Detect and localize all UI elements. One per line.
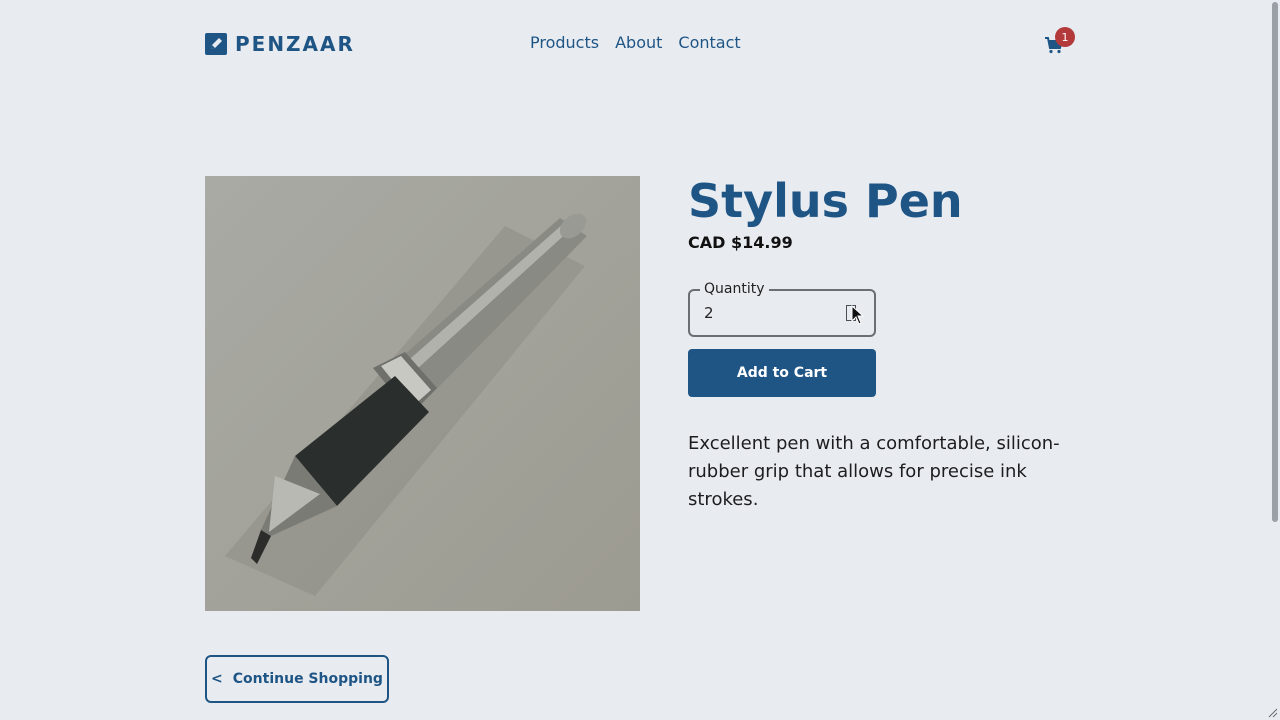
page-scrollbar[interactable] xyxy=(1270,0,1280,720)
pen-logo-icon xyxy=(205,33,227,55)
cart-count-badge: 1 xyxy=(1055,27,1075,47)
product-page: PENZAAR Products About Contact 1 Stylus … xyxy=(0,0,1280,720)
nav-about[interactable]: About xyxy=(615,33,662,52)
add-to-cart-button[interactable]: Add to Cart xyxy=(688,349,876,397)
nav-contact[interactable]: Contact xyxy=(678,33,740,52)
scroll-thumb[interactable] xyxy=(1272,2,1278,522)
chevron-left-icon: < xyxy=(211,671,223,687)
product-description: Excellent pen with a comfortable, silico… xyxy=(688,433,1060,510)
continue-shopping-button[interactable]: < Continue Shopping xyxy=(205,655,389,703)
product-title: Stylus Pen xyxy=(688,174,963,228)
brand-name: PENZAAR xyxy=(235,32,355,56)
product-image xyxy=(205,176,640,611)
product-price: CAD $14.99 xyxy=(688,233,793,252)
quantity-label: Quantity xyxy=(700,281,769,297)
nav-products[interactable]: Products xyxy=(530,33,599,52)
quantity-input[interactable] xyxy=(704,304,824,322)
logo[interactable]: PENZAAR xyxy=(205,32,355,56)
resize-grip-icon[interactable] xyxy=(1266,706,1278,718)
cart-button[interactable]: 1 xyxy=(1044,27,1075,55)
quantity-field[interactable]: Quantity xyxy=(688,281,876,337)
quantity-stepper[interactable] xyxy=(846,305,856,321)
continue-shopping-label: Continue Shopping xyxy=(232,671,383,687)
main-nav: Products About Contact xyxy=(530,33,741,52)
